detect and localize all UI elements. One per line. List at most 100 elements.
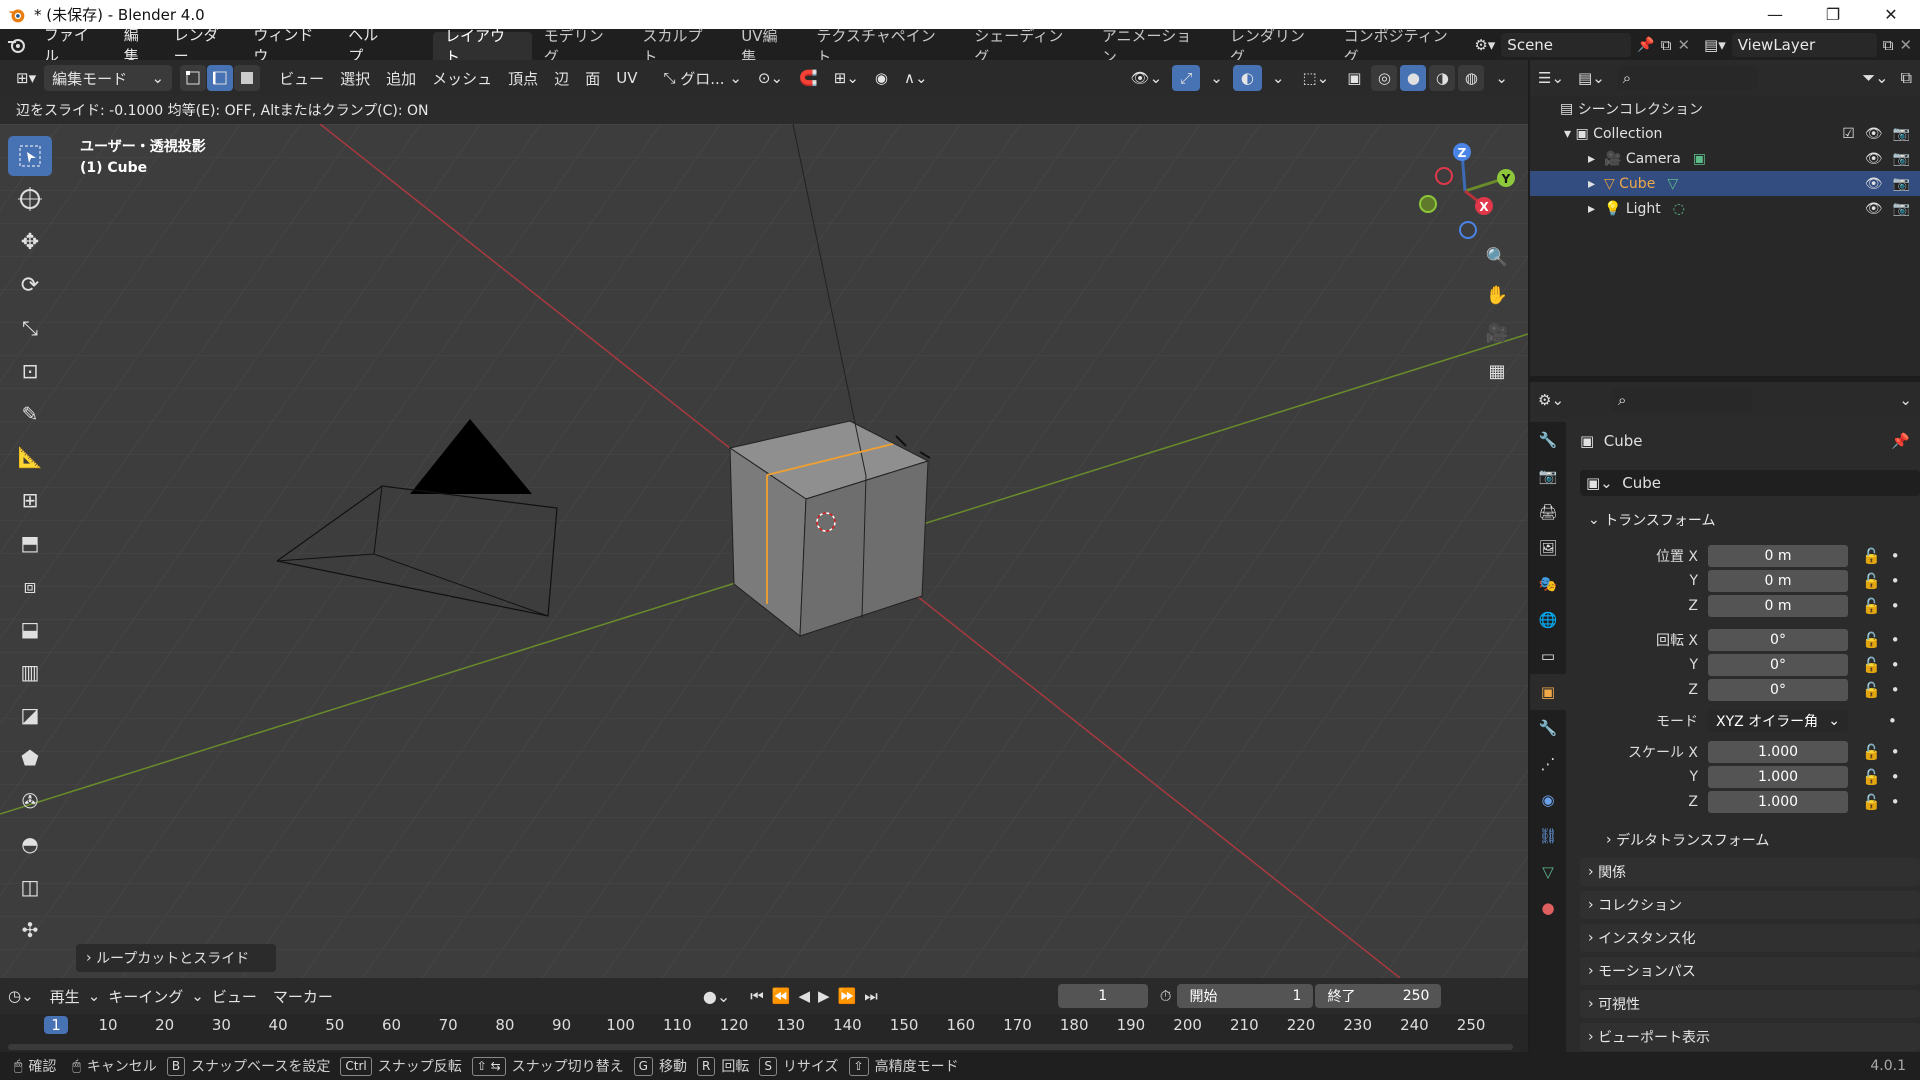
viewlayer-field[interactable]: ViewLayer bbox=[1731, 32, 1877, 57]
scale-x-field[interactable]: 1.000 bbox=[1708, 741, 1848, 763]
annotate-tool-icon[interactable]: ✎ bbox=[8, 394, 52, 434]
wireframe-shading-icon[interactable]: ◎ bbox=[1371, 65, 1398, 91]
face-select-icon[interactable] bbox=[234, 65, 261, 91]
new-scene-icon[interactable]: ⧉ bbox=[1661, 36, 1672, 54]
maximize-button[interactable]: ❐ bbox=[1804, 0, 1862, 29]
rotate-tool-icon[interactable]: ⟳ bbox=[8, 265, 52, 305]
properties-editor-icon[interactable]: ⚙⌄ bbox=[1538, 391, 1564, 409]
collections-panel-header[interactable]: › コレクション bbox=[1580, 891, 1920, 919]
cursor-tool-icon[interactable] bbox=[8, 179, 52, 219]
keyframe-dot[interactable]: • bbox=[1891, 547, 1900, 565]
light-data-icon[interactable]: ◌ bbox=[1673, 201, 1685, 217]
jump-start-icon[interactable]: ⏮ bbox=[750, 987, 764, 1005]
new-viewlayer-icon[interactable]: ⧉ bbox=[1883, 36, 1894, 54]
rendered-shading-icon[interactable]: ◍ bbox=[1458, 65, 1485, 91]
scene-browse-icon[interactable]: ⚙▾ bbox=[1474, 36, 1495, 54]
current-frame-field[interactable]: 1 bbox=[1057, 984, 1148, 1008]
mesh-data-icon[interactable]: ▽ bbox=[1667, 176, 1678, 192]
render-tab-icon[interactable]: 📷 bbox=[1530, 458, 1566, 494]
datablock-browse-icon[interactable]: ▣⌄ bbox=[1586, 474, 1622, 492]
falloff-icon[interactable]: ∧⌄ bbox=[896, 65, 936, 91]
shading-menu-icon[interactable]: ⌄ bbox=[1487, 65, 1516, 91]
object-datablock-field[interactable]: ▣⌄ Cube bbox=[1580, 470, 1920, 496]
tab-compositing[interactable]: コンポジティング bbox=[1332, 27, 1475, 66]
scene-pin-icon[interactable]: 📌 bbox=[1637, 37, 1654, 53]
tab-uv-editing[interactable]: UV編集 bbox=[729, 27, 804, 66]
properties-options-icon[interactable]: ⌄ bbox=[1899, 391, 1912, 409]
spin-tool-icon[interactable]: ✇ bbox=[8, 781, 52, 821]
tab-rendering[interactable]: レンダリング bbox=[1218, 27, 1332, 66]
timeline-editor-icon[interactable]: ◷⌄ bbox=[0, 983, 42, 1009]
gizmo-toggle-icon[interactable]: ⤢ bbox=[1172, 65, 1201, 91]
menu-marker[interactable]: マーカー bbox=[265, 983, 341, 1009]
knife-tool-icon[interactable]: ◪ bbox=[8, 695, 52, 735]
visibility-icon[interactable]: 👁⌄ bbox=[1123, 65, 1171, 91]
ortho-grid-icon[interactable]: ▦ bbox=[1480, 354, 1514, 388]
tab-texture-paint[interactable]: テクスチャペイント bbox=[804, 27, 962, 66]
vertex-select-icon[interactable] bbox=[180, 65, 207, 91]
tab-shading[interactable]: シェーディング bbox=[962, 27, 1090, 66]
camera-view-icon[interactable]: 🎥 bbox=[1480, 316, 1514, 350]
play-reverse-icon[interactable]: ◀ bbox=[798, 987, 810, 1005]
tab-layout[interactable]: レイアウト bbox=[432, 27, 532, 66]
motion-paths-panel-header[interactable]: › モーションパス bbox=[1580, 957, 1920, 985]
outliner-editor-icon[interactable]: ☰⌄ bbox=[1538, 69, 1564, 87]
solid-shading-icon[interactable]: ● bbox=[1400, 65, 1427, 91]
eye-icon[interactable]: 👁 bbox=[1865, 151, 1883, 167]
transform-panel-header[interactable]: ⌄ トランスフォーム bbox=[1580, 506, 1920, 534]
3d-viewport[interactable]: ユーザー・透視投影 (1) Cube Y Z X 🔍 ✋ 🎥 ▦ › ループカッ… bbox=[0, 124, 1528, 978]
keyframe-dot[interactable]: • bbox=[1891, 631, 1900, 649]
menu-render[interactable]: レンダー bbox=[164, 26, 244, 65]
edge-slide-tool-icon[interactable]: ◫ bbox=[8, 867, 52, 907]
scene-tab-icon[interactable]: 🎭 bbox=[1530, 566, 1566, 602]
current-frame-marker[interactable]: 1 bbox=[44, 1016, 68, 1034]
move-tool-icon[interactable]: ✥ bbox=[8, 222, 52, 262]
tab-modeling[interactable]: モデリング bbox=[532, 27, 631, 66]
outliner-item-camera[interactable]: ▸ 🎥 Camera ▣ 👁 📷 bbox=[1530, 146, 1920, 171]
outliner-scene-collection[interactable]: ▤ シーンコレクション bbox=[1530, 96, 1920, 121]
keyframe-dot[interactable]: • bbox=[1891, 768, 1900, 786]
snap-icon[interactable]: 🧲 bbox=[791, 65, 826, 91]
object-tab-icon[interactable]: ▣ bbox=[1530, 674, 1566, 710]
display-mode-icon[interactable]: ▤⌄ bbox=[1578, 69, 1605, 87]
keyframe-dot[interactable]: • bbox=[1891, 743, 1900, 761]
camera-data-icon[interactable]: ▣ bbox=[1693, 151, 1706, 167]
lock-icon[interactable]: 🔓 bbox=[1862, 681, 1881, 699]
tab-sculpting[interactable]: スカルプト bbox=[630, 27, 729, 66]
eye-icon[interactable]: 👁 bbox=[1865, 201, 1883, 217]
keyframe-dot[interactable]: • bbox=[1891, 597, 1900, 615]
prev-keyframe-icon[interactable]: ⏪ bbox=[772, 987, 791, 1005]
xray-icon[interactable]: ▣ bbox=[1339, 65, 1369, 91]
scene-field[interactable]: Scene bbox=[1501, 32, 1632, 57]
rotation-mode-select[interactable]: XYZ オイラー角 ⌄ bbox=[1708, 710, 1848, 732]
next-keyframe-icon[interactable]: ⏩ bbox=[838, 987, 857, 1005]
extrude-tool-icon[interactable]: ⬒ bbox=[8, 523, 52, 563]
snap-target-icon[interactable]: ⊞⌄ bbox=[826, 65, 867, 91]
bevel-tool-icon[interactable]: ⬓ bbox=[8, 609, 52, 649]
menu-playback[interactable]: 再生 bbox=[42, 983, 88, 1009]
poly-build-tool-icon[interactable]: ⬟ bbox=[8, 738, 52, 778]
collection-tab-icon[interactable]: ▭ bbox=[1530, 638, 1566, 674]
smooth-tool-icon[interactable]: ◓ bbox=[8, 824, 52, 864]
tab-animation[interactable]: アニメーション bbox=[1090, 27, 1218, 66]
shrink-tool-icon[interactable]: ✣ bbox=[8, 910, 52, 950]
relations-panel-header[interactable]: › 関係 bbox=[1580, 858, 1920, 886]
filter-icon[interactable]: ⏷⌄ bbox=[1862, 68, 1888, 88]
viewport-display-panel-header[interactable]: › ビューポート表示 bbox=[1580, 1023, 1920, 1051]
gizmo-menu-icon[interactable]: ⌄ bbox=[1202, 65, 1231, 91]
properties-search-input[interactable]: ⌕ bbox=[1612, 388, 1753, 412]
material-shading-icon[interactable]: ◑ bbox=[1429, 65, 1456, 91]
material-tab-icon[interactable]: ● bbox=[1530, 890, 1566, 926]
output-tab-icon[interactable]: 🖨 bbox=[1530, 494, 1566, 530]
zoom-icon[interactable]: 🔍 bbox=[1480, 240, 1514, 274]
expand-right-icon[interactable]: ▸ bbox=[1588, 201, 1604, 217]
eye-icon[interactable]: 👁 bbox=[1865, 176, 1883, 192]
frame-start-field[interactable]: 開始 1 bbox=[1177, 984, 1314, 1008]
edge-select-icon[interactable] bbox=[207, 65, 234, 91]
scale-y-field[interactable]: 1.000 bbox=[1708, 766, 1848, 788]
location-y-field[interactable]: 0 m bbox=[1708, 570, 1848, 592]
lock-icon[interactable]: 🔓 bbox=[1862, 656, 1881, 674]
scale-tool-icon[interactable]: ⤡ bbox=[8, 308, 52, 348]
menu-mesh[interactable]: メッシュ bbox=[424, 65, 500, 91]
menu-keying[interactable]: キーイング bbox=[100, 983, 191, 1009]
